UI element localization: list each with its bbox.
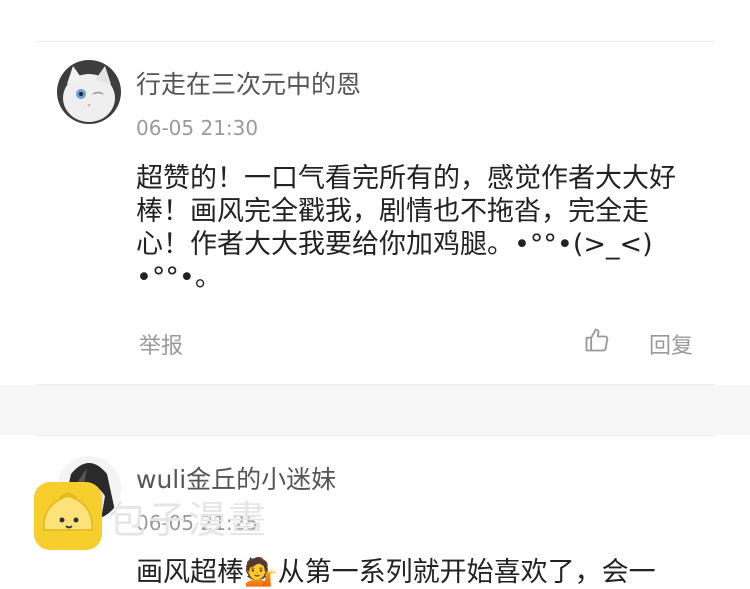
comment-timestamp: 06-05 21:30 [136,116,259,140]
bun-logo-icon [34,482,102,550]
user-avatar[interactable] [57,60,121,124]
white-cat-avatar-icon [57,60,121,124]
top-divider [36,41,714,42]
comment-text: 画风超棒💁从第一系列就开始喜欢了，会一 [136,557,656,588]
comment-username[interactable]: 行走在三次元中的恩 [136,65,361,101]
section-gap [0,385,750,435]
thumbs-up-icon[interactable] [583,326,611,354]
watermark-text: 包子漫畫 [108,497,269,542]
comment-divider [36,435,714,436]
report-button[interactable]: 举报 [139,328,183,360]
reply-button[interactable]: 回复 [649,328,693,360]
comment-text: 超赞的！一口气看完所有的，感觉作者大大好棒！画风完全戳我，剧情也不拖沓，完全走心… [136,163,676,293]
watermark: 包子漫畫 [32,480,268,552]
